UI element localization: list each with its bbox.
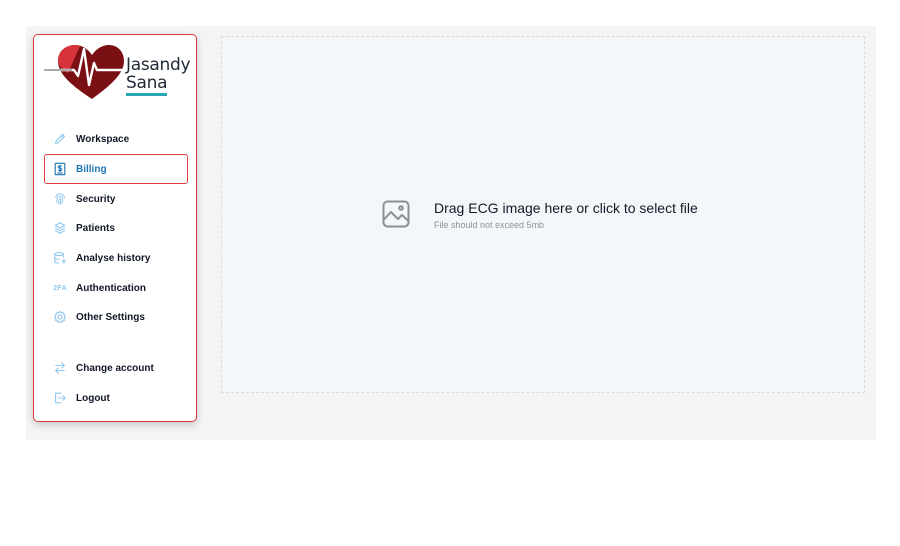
users-icon <box>53 221 67 235</box>
ecg-upload-dropzone[interactable]: Drag ECG image here or click to select f… <box>221 36 865 393</box>
brand-logo[interactable]: Jasandy Sana <box>44 43 192 103</box>
fingerprint-icon <box>53 192 67 206</box>
sidebar-item-label: Authentication <box>76 282 146 294</box>
sidebar-item-logout[interactable]: Logout <box>44 383 188 413</box>
image-icon <box>382 200 410 228</box>
brand-name-line2: Sana <box>126 74 168 96</box>
sidebar-item-authentication[interactable]: 2FA Authentication <box>44 273 188 303</box>
sidebar-item-workspace[interactable]: Workspace <box>44 124 188 154</box>
sidebar-item-security[interactable]: Security <box>44 184 188 214</box>
gear-icon <box>53 310 67 324</box>
logout-icon <box>53 391 67 405</box>
pencil-icon <box>53 132 67 146</box>
sidebar-item-other-settings[interactable]: Other Settings <box>44 302 188 332</box>
sidebar-item-label: Billing <box>76 163 107 175</box>
sidebar-item-label: Logout <box>76 392 110 404</box>
sidebar-item-label: Workspace <box>76 133 130 145</box>
receipt-dollar-icon <box>53 162 67 176</box>
sidebar-item-label: Security <box>76 193 116 205</box>
brand-name: Jasandy Sana <box>126 55 191 96</box>
sidebar-item-change-account[interactable]: Change account <box>44 353 188 383</box>
sidebar-item-billing[interactable]: Billing <box>44 154 188 184</box>
dropzone-subtitle: File should not exceed 5mb <box>434 220 545 230</box>
database-icon <box>53 251 67 265</box>
sidebar: Jasandy Sana Workspace Billing Security … <box>33 34 197 422</box>
heart-ecg-logo-icon <box>44 45 124 99</box>
sidebar-item-patients[interactable]: Patients <box>44 213 188 243</box>
sidebar-item-label: Analyse history <box>76 252 151 264</box>
dropzone-title: Drag ECG image here or click to select f… <box>434 200 698 216</box>
swap-arrows-icon <box>53 361 67 375</box>
sidebar-item-analyse-history[interactable]: Analyse history <box>44 243 188 273</box>
two-factor-glyph: 2FA <box>53 284 67 292</box>
brand-name-line1: Jasandy <box>126 55 191 75</box>
sidebar-item-label: Patients <box>76 222 115 234</box>
two-factor-icon: 2FA <box>53 281 67 295</box>
sidebar-item-label: Change account <box>76 362 154 374</box>
sidebar-item-label: Other Settings <box>76 311 145 323</box>
